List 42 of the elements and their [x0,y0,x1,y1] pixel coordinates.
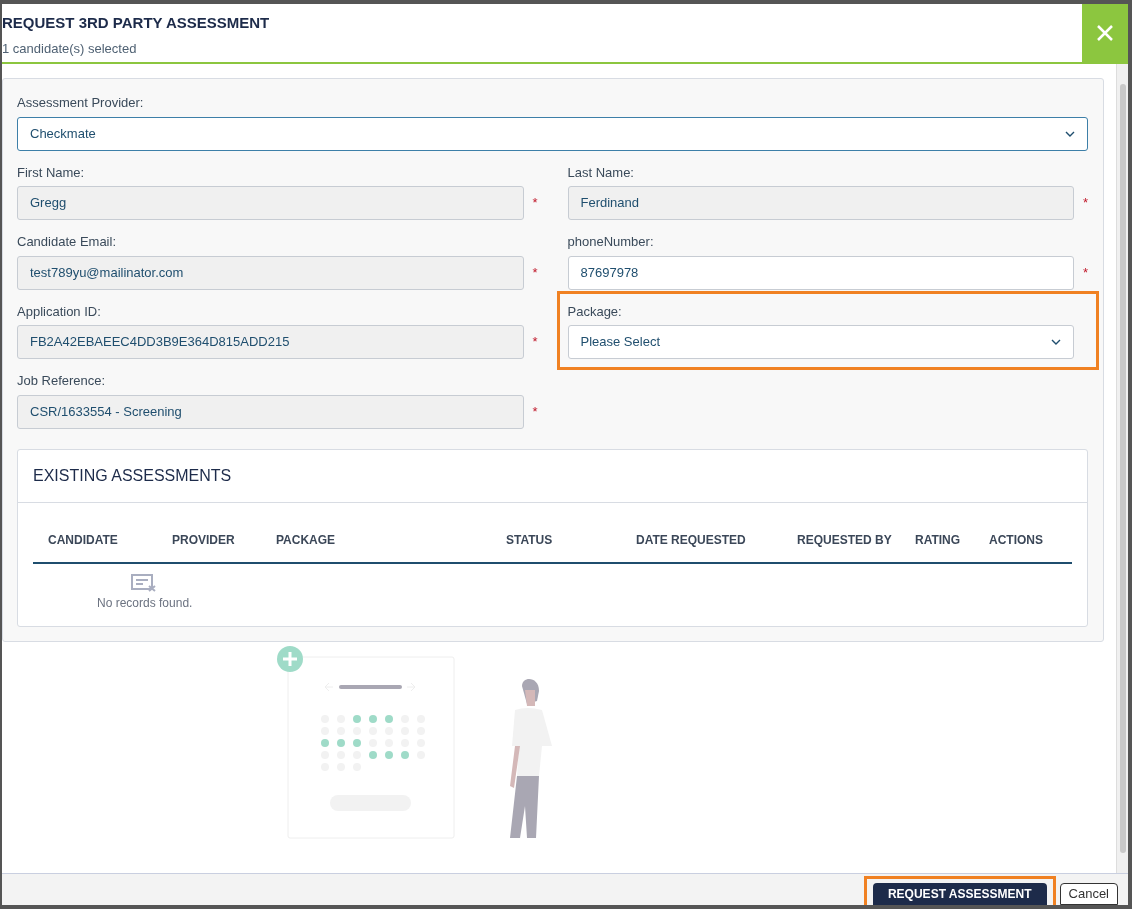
field-label: Job Reference: [17,372,107,390]
column-header: ACTIONS [988,531,1044,549]
no-records-icon [131,573,157,592]
readonly-field: Gregg [17,186,524,220]
package-select[interactable]: Please Select [567,325,1074,359]
column-header: CANDIDATE [47,531,119,549]
request-assessment-button[interactable]: REQUEST ASSESSMENT [872,883,1047,905]
field-label: Candidate Email: [17,233,117,251]
field-label: phoneNumber: [567,233,655,251]
chevron-icon [1065,130,1075,137]
column-header: STATUS [505,531,554,549]
required-asterisk: * [531,263,538,282]
column-header: DATE REQUESTED [635,531,747,549]
field-label: Assessment Provider: [17,94,145,112]
required-asterisk: * [531,402,538,421]
column-header: PROVIDER [171,531,236,549]
readonly-field: Ferdinand [567,186,1074,220]
required-asterisk: * [531,194,538,213]
close-button[interactable] [1082,4,1128,62]
column-header: PACKAGE [275,531,337,549]
field-label: Package: [567,302,623,321]
required-asterisk: * [531,333,538,352]
column-header: RATING [914,531,962,549]
field-label: Application ID: [17,302,102,321]
readonly-field: test789yu@mailinator.com [17,255,524,290]
column-header: REQUESTED BY [796,531,893,549]
dialog-title: REQUEST 3RD PARTY ASSESSMENT [2,13,271,33]
field-label: First Name: [17,163,86,182]
required-asterisk: * [1081,194,1088,213]
provider-select[interactable]: Checkmate [17,116,1088,151]
readonly-field: FB2A42EBAEEC4DD3B9E364D815ADD215 [17,325,524,359]
input-field[interactable]: 87697978 [567,255,1074,290]
empty-message: No records found. [97,594,193,612]
cancel-button[interactable]: Cancel [1059,883,1118,905]
section-title: EXISTING ASSESSMENTS [18,449,1087,503]
readonly-field: CSR/1633554 - Screening [17,394,524,429]
dialog-subtitle: 1 candidate(s) selected [2,39,138,58]
field-label: Last Name: [567,163,635,182]
scrollbar[interactable] [1116,64,1128,873]
close-icon [1096,24,1114,42]
required-asterisk: * [1081,263,1088,282]
chevron-icon [1051,339,1061,345]
